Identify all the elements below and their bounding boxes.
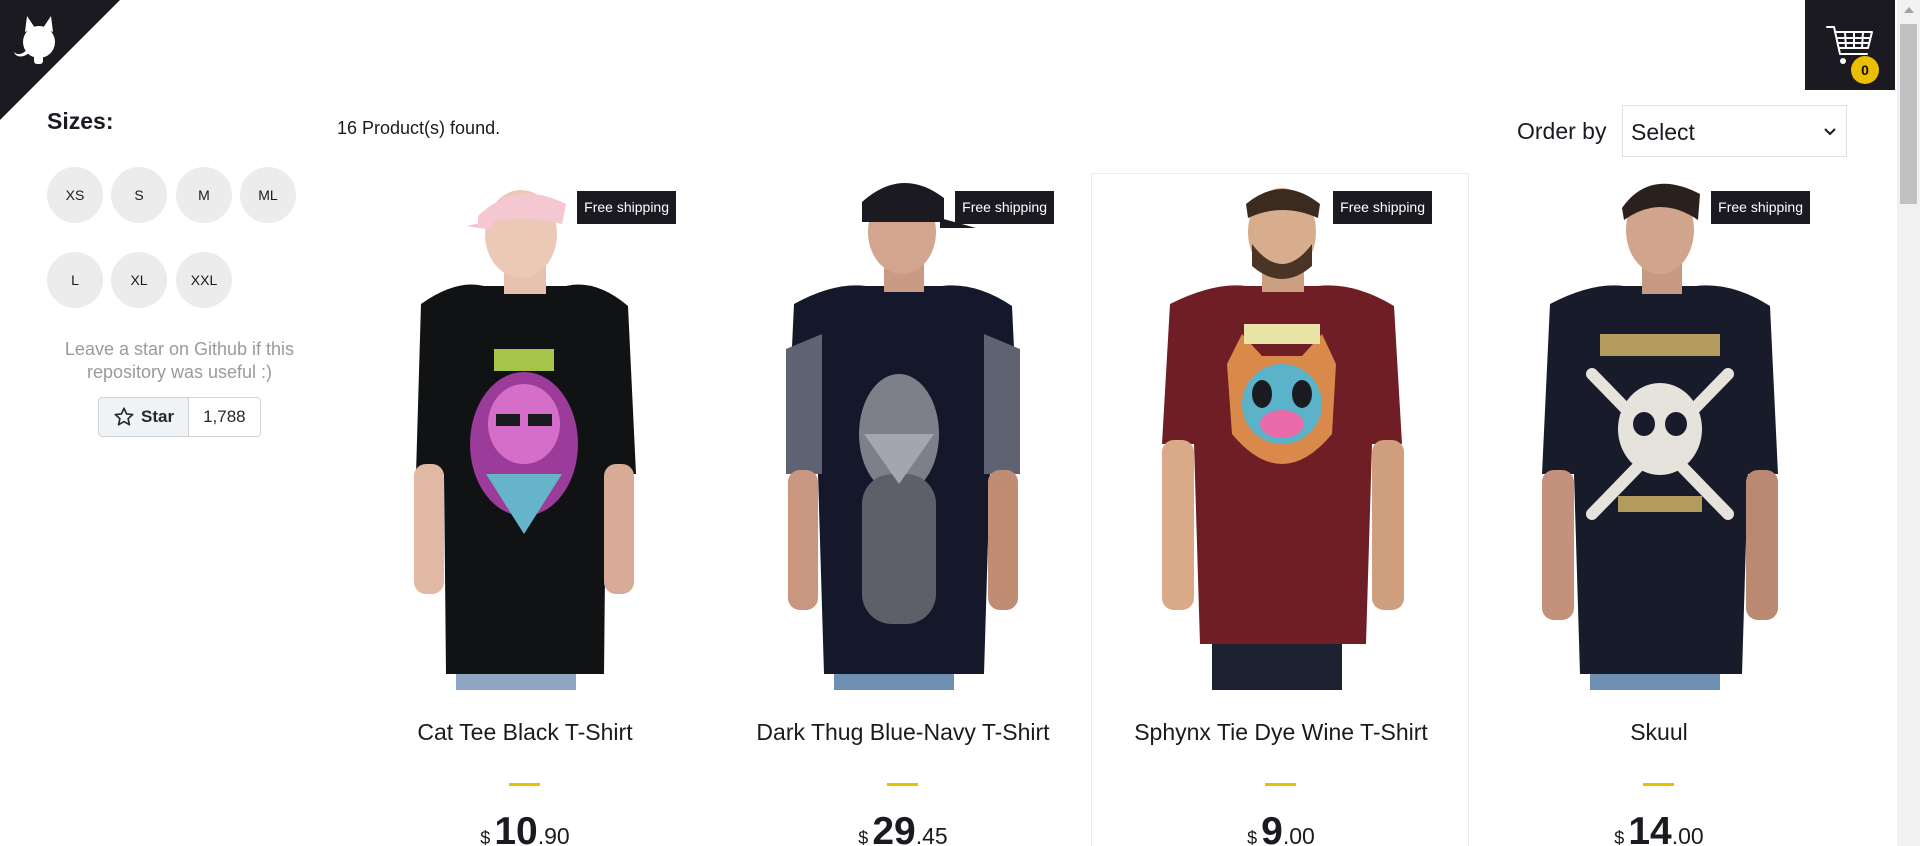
price-integer: 14 [1628,810,1672,846]
github-octocat-icon [0,0,120,120]
product-card[interactable]: Free shipping Skuul $14.00 [1469,173,1847,846]
product-image [366,174,684,690]
product-price: $29.45 [714,810,1092,846]
size-filter-s[interactable]: S [111,167,167,223]
github-star-widget: Star 1,788 [98,397,261,437]
price-integer: 29 [872,810,916,846]
product-divider [887,783,918,786]
price-currency: $ [1614,828,1625,846]
github-star-message: Leave a star on Github if this repositor… [64,339,295,382]
chevron-down-icon [1824,128,1836,136]
product-image [744,174,1062,690]
product-divider [1265,783,1296,786]
product-title: Dark Thug Blue-Navy T-Shirt [756,719,1050,745]
github-star-button[interactable]: Star [98,397,190,437]
cart-count-badge: 0 [1851,56,1879,84]
price-decimal: .90 [537,823,570,846]
free-shipping-badge: Free shipping [577,191,676,224]
product-title: Cat Tee Black T-Shirt [417,719,633,745]
price-currency: $ [480,828,491,846]
product-title: Sphynx Tie Dye Wine T-Shirt [1134,719,1428,745]
price-currency: $ [1247,828,1258,846]
scroll-up-arrow-icon[interactable] [1904,7,1914,13]
cart-button[interactable]: 0 [1805,0,1895,90]
price-decimal: .00 [1671,823,1704,846]
size-filter-l[interactable]: L [47,252,103,308]
bandana-figure-print [859,374,939,624]
order-by-select[interactable]: Select [1622,105,1847,157]
order-by-selected-value: Select [1631,119,1695,145]
github-corner-link[interactable] [0,0,120,120]
size-filter-xs[interactable]: XS [47,167,103,223]
free-shipping-badge: Free shipping [1333,191,1432,224]
free-shipping-badge: Free shipping [955,191,1054,224]
github-star-count[interactable]: 1,788 [189,397,261,437]
github-star-label: Star [141,407,175,426]
size-filter-xxl[interactable]: XXL [176,252,232,308]
size-filter-m[interactable]: M [176,167,232,223]
product-image [1500,174,1818,690]
product-divider [1643,783,1674,786]
order-by-label: Order by [1517,118,1607,144]
product-title: Skuul [1630,719,1688,745]
product-price: $9.00 [1092,810,1470,846]
products-found-count: 16 Product(s) found. [337,118,501,138]
star-icon [114,407,134,426]
scroll-thumb[interactable] [1900,24,1917,204]
product-divider [509,783,540,786]
size-filter-ml[interactable]: ML [240,167,296,223]
price-currency: $ [858,828,869,846]
shopping-cart-page: 0 Sizes: XS S M ML L XL XXL Leave a star… [0,0,1920,846]
product-card[interactable]: Free shipping Cat Tee Black T-Shirt $10.… [335,173,713,846]
price-decimal: .00 [1282,823,1315,846]
product-card[interactable]: Free shipping Dark Thug Blue-Navy T-Shir… [713,173,1091,846]
price-decimal: .45 [915,823,948,846]
price-integer: 9 [1261,810,1283,846]
sizes-title: Sizes: [47,108,114,134]
free-shipping-badge: Free shipping [1711,191,1810,224]
product-image [1122,174,1440,690]
product-card[interactable]: Free shipping Sphynx Tie Dye Wine T-Shir… [1091,173,1469,846]
page-scrollbar[interactable] [1897,0,1920,846]
product-price: $14.00 [1470,810,1848,846]
price-integer: 10 [494,810,538,846]
size-filter-xl[interactable]: XL [111,252,167,308]
product-price: $10.90 [336,810,714,846]
